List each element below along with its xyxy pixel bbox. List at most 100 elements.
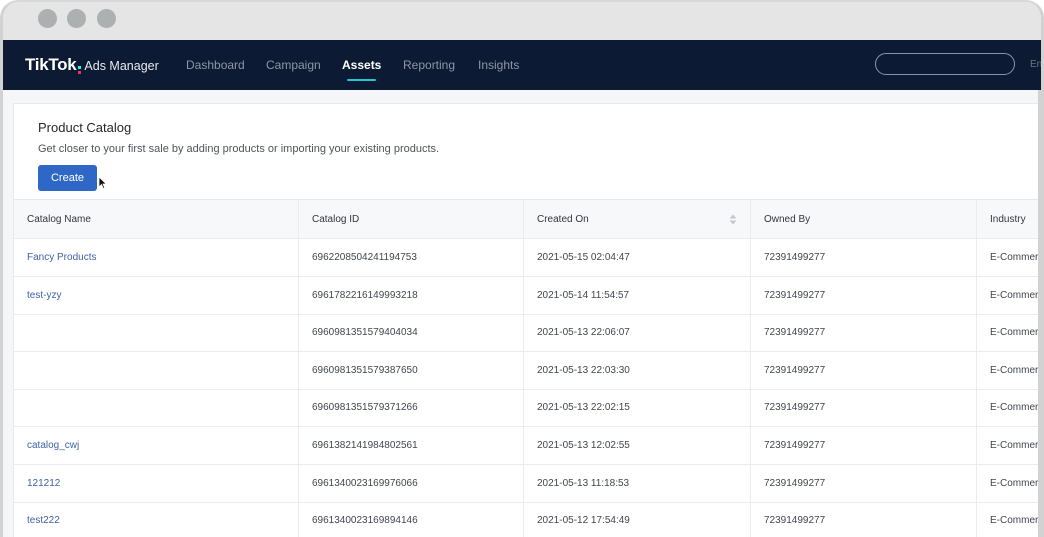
cell-catalog-id: 6961340023169894146: [299, 502, 524, 537]
cell-industry-value: E-Commerce: [990, 477, 1044, 489]
create-button[interactable]: Create: [38, 165, 97, 191]
cell-created-on-value: 2021-05-14 11:54:57: [537, 289, 630, 301]
cell-owned-by-value: 72391499277: [764, 327, 826, 339]
page-description: Get closer to your first sale by adding …: [38, 143, 440, 155]
cell-created-on: 2021-05-14 11:54:57: [524, 276, 751, 314]
cell-created-on-value: 2021-05-13 22:03:30: [537, 364, 630, 376]
table-row[interactable]: test-yzy 6961782216149993218 2021-05-14 11…: [14, 276, 1044, 315]
column-header-label: Catalog Name: [27, 213, 91, 225]
browser-window: TikTok Ads Manager Dashboard Campaign As…: [0, 0, 1044, 537]
mouse-cursor-icon: [98, 176, 108, 190]
cell-created-on-value: 2021-05-13 12:02:55: [537, 440, 630, 451]
column-header-industry: Industry: [977, 200, 1041, 238]
catalog-name-link[interactable]: 121212: [27, 478, 60, 489]
minimize-window-button[interactable]: [67, 9, 86, 28]
cell-owned-by: 72391499277: [751, 351, 977, 389]
cell-owned-by: 72391499277: [751, 389, 977, 427]
cell-industry: E-Commerce: [977, 465, 1044, 502]
close-window-button[interactable]: [38, 9, 57, 28]
nav-item-assets[interactable]: Assets: [342, 58, 381, 81]
nav-item-insights[interactable]: Insights: [478, 58, 519, 72]
scrollbar[interactable]: [1038, 90, 1041, 537]
search-input[interactable]: [875, 53, 1015, 75]
table-row[interactable]: catalog_cwj 6961382141984802561 2021-05-13…: [14, 427, 1044, 465]
cell-industry: E-Commerce: [977, 427, 1044, 464]
cell-created-on: 2021-05-15 02:04:47: [524, 239, 751, 276]
cell-catalog-name: [14, 351, 299, 389]
cell-owned-by-value: 72391499277: [764, 477, 826, 489]
cell-catalog-id: 6961782216149993218: [299, 276, 524, 314]
cell-industry-value: E-Commerce: [990, 515, 1044, 527]
cell-created-on: 2021-05-12 17:54:49: [524, 502, 751, 537]
main-content: Product Catalog Get closer to your first…: [3, 90, 1041, 537]
cell-catalog-name: catalog_cwj: [14, 427, 299, 464]
cell-industry-value: E-Commerce: [990, 402, 1044, 414]
cell-catalog-id-value: 6962208504241194753: [312, 252, 417, 263]
nav-item-dashboard[interactable]: Dashboard: [186, 58, 245, 72]
product-catalog-card: Product Catalog Get closer to your first…: [13, 103, 1041, 537]
cell-owned-by-value: 72391499277: [764, 515, 826, 527]
cell-catalog-id-value: 6960981351579371266: [312, 402, 418, 414]
column-header-created-on[interactable]: Created On: [524, 200, 751, 238]
cell-catalog-id-value: 6961382141984802561: [312, 440, 418, 451]
catalog-table: Catalog Name Catalog ID Created On Owned…: [14, 199, 1041, 537]
cell-catalog-name: test222: [14, 502, 299, 537]
logo-subtitle: Ads Manager: [84, 59, 159, 73]
cell-catalog-name: Fancy Products: [14, 239, 299, 276]
table-row[interactable]: 121212 6961340023169976066 2021-05-13 11:1…: [14, 464, 1044, 503]
column-header-owned-by: Owned By: [751, 200, 977, 238]
cell-owned-by-value: 72391499277: [764, 289, 826, 301]
table-row[interactable]: Fancy Products 6962208504241194753 2021-05…: [14, 239, 1044, 277]
logo-colon-icon: [78, 66, 82, 74]
catalog-name-link[interactable]: test222: [27, 515, 60, 526]
cell-owned-by: 72391499277: [751, 464, 977, 502]
cell-catalog-id-value: 6961340023169976066: [312, 477, 418, 489]
cell-owned-by: 72391499277: [751, 276, 977, 314]
table-header-row: Catalog Name Catalog ID Created On Owned…: [14, 200, 1041, 239]
cell-catalog-name: [14, 314, 299, 352]
cell-catalog-name: [14, 389, 299, 427]
cell-catalog-id: 6960981351579404034: [299, 314, 524, 352]
cell-owned-by: 72391499277: [751, 239, 977, 276]
cell-industry-value: E-Commerce: [990, 440, 1044, 451]
cell-catalog-id-value: 6960981351579404034: [312, 327, 418, 339]
cell-created-on: 2021-05-13 22:03:30: [524, 351, 751, 389]
table-row[interactable]: 6960981351579387650 2021-05-13 22:03:30 72…: [14, 351, 1041, 390]
cell-catalog-id-value: 6961340023169894146: [312, 515, 418, 527]
maximize-window-button[interactable]: [97, 9, 116, 28]
table-row[interactable]: 6960981351579371266 2021-05-13 22:02:15 72…: [14, 389, 1044, 428]
nav-item-reporting[interactable]: Reporting: [403, 58, 455, 72]
tiktok-ads-manager-logo[interactable]: TikTok Ads Manager: [25, 55, 159, 77]
cell-catalog-id: 6961340023169976066: [299, 464, 524, 502]
catalog-name-link[interactable]: catalog_cwj: [27, 440, 79, 451]
cell-owned-by-value: 72391499277: [764, 402, 826, 414]
table-row[interactable]: test222 6961340023169894146 2021-05-12 17:…: [14, 502, 1044, 537]
cell-industry-value: E-Commerce: [990, 252, 1044, 263]
column-header-catalog-id: Catalog ID: [299, 200, 524, 238]
active-tab-indicator: [347, 79, 377, 81]
language-selector[interactable]: Eng: [1030, 59, 1041, 70]
cell-created-on-value: 2021-05-13 11:18:53: [537, 477, 630, 489]
table-row[interactable]: 6960981351579404034 2021-05-13 22:06:07 72…: [14, 314, 1041, 353]
cell-catalog-id-value: 6961782216149993218: [312, 289, 418, 301]
column-header-label: Created On: [537, 213, 589, 225]
catalog-name-link[interactable]: test-yzy: [27, 290, 61, 301]
cell-created-on-value: 2021-05-13 22:02:15: [537, 402, 630, 414]
sort-icon[interactable]: [729, 214, 737, 225]
cell-owned-by: 72391499277: [751, 427, 977, 464]
cell-catalog-id-value: 6960981351579387650: [312, 364, 418, 376]
catalog-name-link[interactable]: Fancy Products: [27, 252, 96, 263]
cell-industry: E-Commerce: [977, 389, 1044, 426]
nav-item-campaign[interactable]: Campaign: [266, 58, 321, 72]
cell-catalog-id: 6961382141984802561: [299, 427, 524, 464]
cell-industry: E-Commerce: [977, 502, 1044, 537]
cell-created-on-value: 2021-05-15 02:04:47: [537, 252, 630, 263]
page-title: Product Catalog: [38, 120, 132, 135]
top-navbar: TikTok Ads Manager Dashboard Campaign As…: [3, 40, 1041, 90]
column-header-label: Catalog ID: [312, 213, 360, 225]
logo-brand: TikTok: [25, 55, 77, 74]
cell-industry-value: E-Commerce: [990, 289, 1044, 301]
column-header-catalog-name: Catalog Name: [14, 200, 299, 238]
cell-owned-by-value: 72391499277: [764, 440, 826, 451]
cell-created-on-value: 2021-05-12 17:54:49: [537, 515, 630, 527]
